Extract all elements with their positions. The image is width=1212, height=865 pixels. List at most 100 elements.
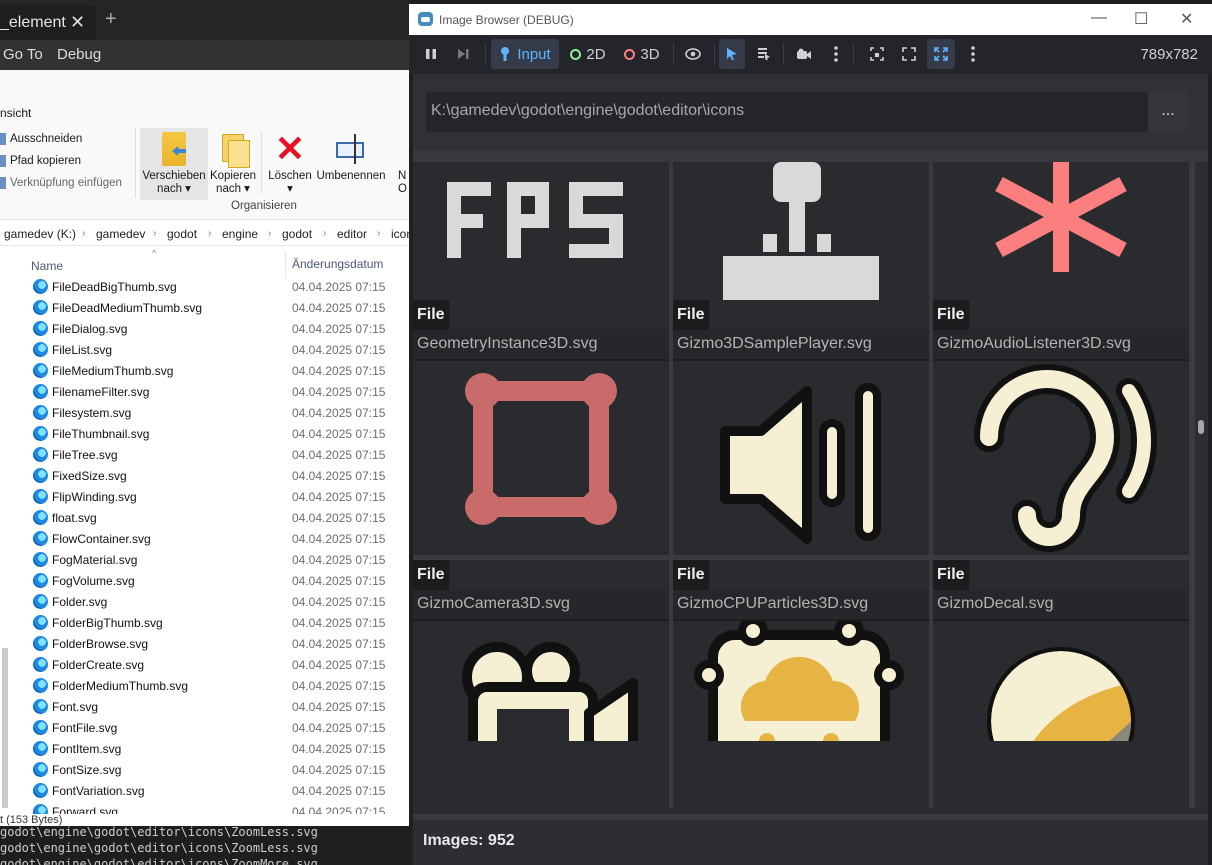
menu-debug[interactable]: Debug: [57, 46, 101, 63]
view-menu-button[interactable]: [963, 39, 983, 69]
image-tile[interactable]: [673, 162, 929, 308]
file-row[interactable]: Filesystem.svg 04.04.2025 07:15: [0, 402, 410, 423]
breadcrumb-item[interactable]: gamedev (K:): [4, 227, 76, 241]
select-tool-button[interactable]: [719, 39, 745, 69]
breadcrumb-item[interactable]: godot: [167, 227, 197, 241]
file-row[interactable]: FileDialog.svg 04.04.2025 07:15: [0, 318, 410, 339]
file-row[interactable]: FontItem.svg 04.04.2025 07:15: [0, 738, 410, 759]
input-mode-button[interactable]: Input: [491, 39, 559, 69]
delete-button[interactable]: ✕ Löschen ▾: [265, 128, 315, 200]
breadcrumb-item[interactable]: gamedev: [96, 227, 145, 241]
file-name: FileMediumThumb.svg: [52, 364, 174, 378]
scrollbar-thumb[interactable]: [1198, 420, 1204, 434]
column-name[interactable]: Name: [31, 259, 63, 273]
breadcrumb-item[interactable]: icon: [391, 227, 410, 241]
file-date: 04.04.2025 07:15: [292, 448, 386, 462]
close-button[interactable]: ✕: [1180, 9, 1193, 29]
path-input[interactable]: K:\gamedev\godot\engine\godot\editor\ico…: [426, 92, 1148, 132]
image-tile[interactable]: File GizmoDecal.svg: [933, 560, 1189, 808]
file-name: FlipWinding.svg: [52, 490, 137, 504]
file-row[interactable]: FixedSize.svg 04.04.2025 07:15: [0, 465, 410, 486]
copy-to-button[interactable]: Kopieren nach ▾: [208, 128, 258, 200]
edge-file-icon: [33, 594, 48, 609]
delete-label: Löschen: [268, 170, 312, 182]
menu-goto[interactable]: Go To: [3, 46, 43, 63]
tile-type-label: File: [673, 560, 709, 590]
file-row[interactable]: FileThumbnail.svg 04.04.2025 07:15: [0, 423, 410, 444]
ribbon-tab-view[interactable]: nsicht: [0, 106, 31, 120]
breadcrumb[interactable]: gamedev (K:) › gamedev › godot › engine …: [0, 222, 410, 246]
visibility-button[interactable]: [681, 39, 705, 69]
tile-type-label: File: [933, 560, 969, 590]
file-row[interactable]: FontFile.svg 04.04.2025 07:15: [0, 717, 410, 738]
speaker-icon: [673, 361, 929, 555]
file-row[interactable]: FilenameFilter.svg 04.04.2025 07:15: [0, 381, 410, 402]
next-frame-button[interactable]: [451, 39, 475, 69]
pause-button[interactable]: [419, 39, 443, 69]
edge-file-icon: [33, 741, 48, 756]
window-title-bar[interactable]: Image Browser (DEBUG) — ☐ ✕: [409, 4, 1212, 35]
camera-override-button[interactable]: [792, 39, 816, 69]
maximize-button[interactable]: ☐: [1134, 9, 1148, 29]
file-row[interactable]: FogMaterial.svg 04.04.2025 07:15: [0, 549, 410, 570]
file-row[interactable]: FlowContainer.svg 04.04.2025 07:15: [0, 528, 410, 549]
column-divider[interactable]: [285, 252, 286, 278]
file-row[interactable]: FolderBrowse.svg 04.04.2025 07:15: [0, 633, 410, 654]
file-row[interactable]: FontSize.svg 04.04.2025 07:15: [0, 759, 410, 780]
geometry-instance-icon: [413, 361, 669, 555]
file-row[interactable]: FogVolume.svg 04.04.2025 07:15: [0, 570, 410, 591]
stretch-button[interactable]: [927, 39, 955, 69]
image-tile[interactable]: File GizmoAudioListener3D.svg: [933, 300, 1189, 555]
file-row[interactable]: Folder.svg 04.04.2025 07:15: [0, 591, 410, 612]
file-row[interactable]: Font.svg 04.04.2025 07:15: [0, 696, 410, 717]
breadcrumb-item[interactable]: editor: [337, 227, 367, 241]
minimize-button[interactable]: —: [1091, 9, 1107, 27]
pause-icon: [426, 49, 436, 59]
image-tile[interactable]: File Gizmo3DSamplePlayer.svg: [673, 300, 929, 555]
file-row[interactable]: FileTree.svg 04.04.2025 07:15: [0, 444, 410, 465]
file-row[interactable]: FileDeadMediumThumb.svg 04.04.2025 07:15: [0, 297, 410, 318]
image-tile[interactable]: File GeometryInstance3D.svg: [413, 300, 669, 555]
editor-tab[interactable]: _element ✕: [0, 5, 96, 40]
cut-button[interactable]: Ausschneiden: [0, 133, 82, 145]
new-tab-icon[interactable]: +: [105, 8, 117, 31]
edge-file-icon: [33, 678, 48, 693]
mode-3d-button[interactable]: 3D: [620, 39, 664, 69]
fixed-size-button[interactable]: [865, 39, 889, 69]
file-row[interactable]: FileList.svg 04.04.2025 07:15: [0, 339, 410, 360]
rename-button[interactable]: Umbenennen: [315, 128, 387, 200]
mode-2d-button[interactable]: 2D: [566, 39, 610, 69]
file-row[interactable]: FlipWinding.svg 04.04.2025 07:15: [0, 486, 410, 507]
move-label: Verschieben: [142, 170, 206, 182]
paste-shortcut-button[interactable]: Verknüpfung einfügen: [0, 177, 122, 189]
grid-scrollbar[interactable]: [1195, 162, 1208, 808]
file-row[interactable]: FolderCreate.svg 04.04.2025 07:15: [0, 654, 410, 675]
file-row[interactable]: float.svg 04.04.2025 07:15: [0, 507, 410, 528]
file-date: 04.04.2025 07:15: [292, 763, 386, 777]
camera-menu-button[interactable]: [826, 39, 846, 69]
file-row[interactable]: FolderBigThumb.svg 04.04.2025 07:15: [0, 612, 410, 633]
file-row[interactable]: FontVariation.svg 04.04.2025 07:15: [0, 780, 410, 801]
move-to-button[interactable]: Verschieben nach ▾: [140, 128, 208, 200]
image-tile[interactable]: File GizmoCamera3D.svg: [413, 560, 669, 808]
file-date: 04.04.2025 07:15: [292, 322, 386, 336]
file-row[interactable]: FileDeadBigThumb.svg 04.04.2025 07:15: [0, 276, 410, 297]
copy-path-button[interactable]: Pfad kopieren: [0, 155, 81, 167]
file-row[interactable]: FolderMediumThumb.svg 04.04.2025 07:15: [0, 675, 410, 696]
close-icon[interactable]: ✕: [70, 12, 85, 33]
image-tile[interactable]: [413, 162, 669, 308]
image-tile[interactable]: [933, 162, 1189, 308]
list-select-button[interactable]: [752, 39, 776, 69]
column-date[interactable]: Änderungsdatum: [292, 257, 383, 271]
edge-file-icon: [33, 300, 48, 315]
edge-file-icon: [33, 573, 48, 588]
file-name: FileList.svg: [52, 343, 113, 357]
image-tile[interactable]: File GizmoCPUParticles3D.svg: [673, 560, 929, 808]
file-name: FileTree.svg: [52, 448, 118, 462]
expand-icon: [902, 47, 916, 61]
browse-button[interactable]: ...: [1148, 92, 1188, 132]
breadcrumb-item[interactable]: engine: [222, 227, 258, 241]
keep-aspect-button[interactable]: [897, 39, 921, 69]
file-row[interactable]: FileMediumThumb.svg 04.04.2025 07:15: [0, 360, 410, 381]
breadcrumb-item[interactable]: godot: [282, 227, 312, 241]
